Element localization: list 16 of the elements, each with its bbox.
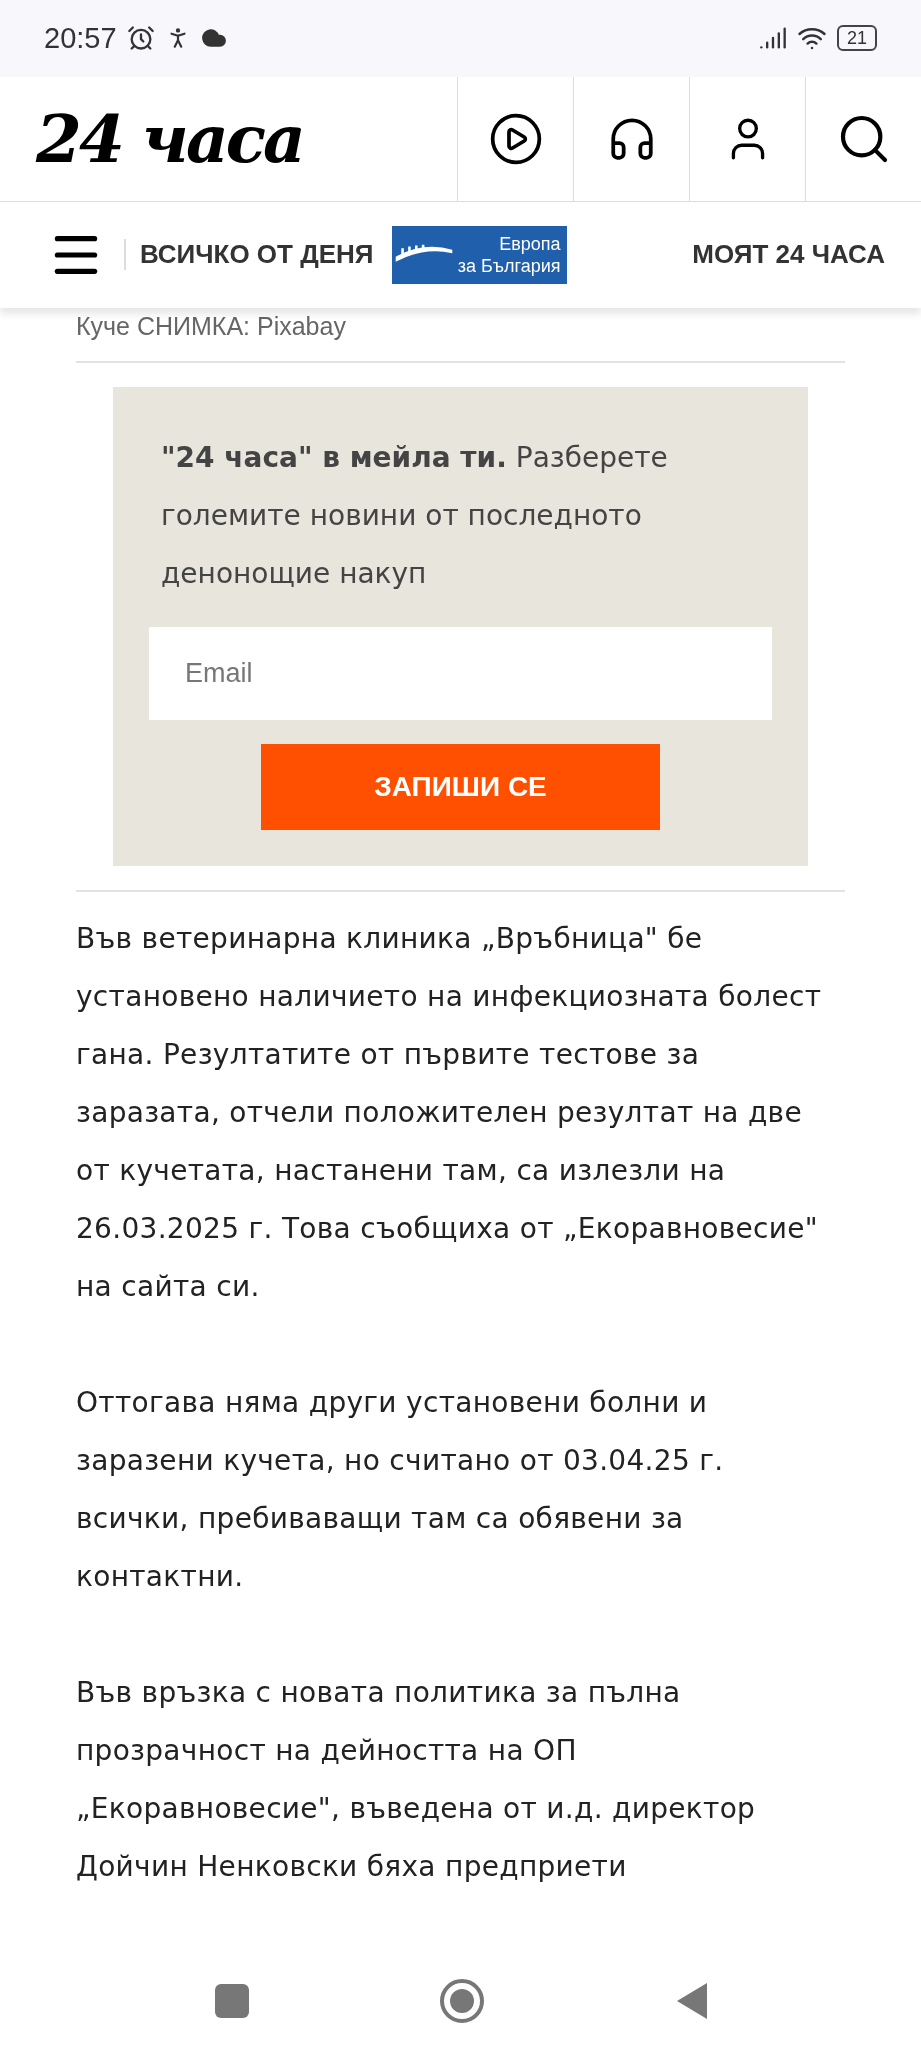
article-paragraph: Във ветеринарна клиника „Връбница" бе установено наличието на инфекциозната болест гана. Резултатите от първите тестове за заразата, отчели положителен резултат на две от кучетата, настанени там, са излезли на 26.03.2025 г. Това съобщиха от „Екоравновесие" на сайта си.: [76, 920, 823, 1305]
status-time: 20:57: [44, 21, 117, 55]
photo-caption: Куче СНИМКА: Pixabay: [76, 310, 347, 342]
badge-text: Европа за България: [457, 232, 561, 277]
article-paragraph: Оттогава няма други установени болни и заразени кучета, но считано от 03.04.25 г. всички, пребиваващи там са обявени за контактни.: [76, 1384, 725, 1595]
square-icon[interactable]: [214, 1983, 249, 2018]
site-logo[interactable]: 24 часа: [0, 76, 457, 201]
nav-link[interactable]: МОЯТ 24 ЧАСА: [692, 239, 885, 271]
battery-icon: 21: [836, 25, 877, 52]
nav-link[interactable]: ВСИЧКО ОТ ДЕНЯ: [124, 239, 374, 271]
europe-badge[interactable]: Европа за България: [391, 225, 567, 284]
alarm-icon: [126, 24, 155, 53]
article-paragraph: Във връзка с новата политика за пълна прозрачност на дейността на ОП „Екоравновесие", въведена от и.д. директор Дойчин Ненковски бяха предприети: [76, 1674, 757, 1885]
email-field[interactable]: Email: [149, 626, 772, 720]
home-icon[interactable]: [438, 1977, 485, 2024]
newsletter-text: "24 часа" в мейла ти. Разберете големите новини от последното денонощие накуп: [160, 439, 669, 592]
